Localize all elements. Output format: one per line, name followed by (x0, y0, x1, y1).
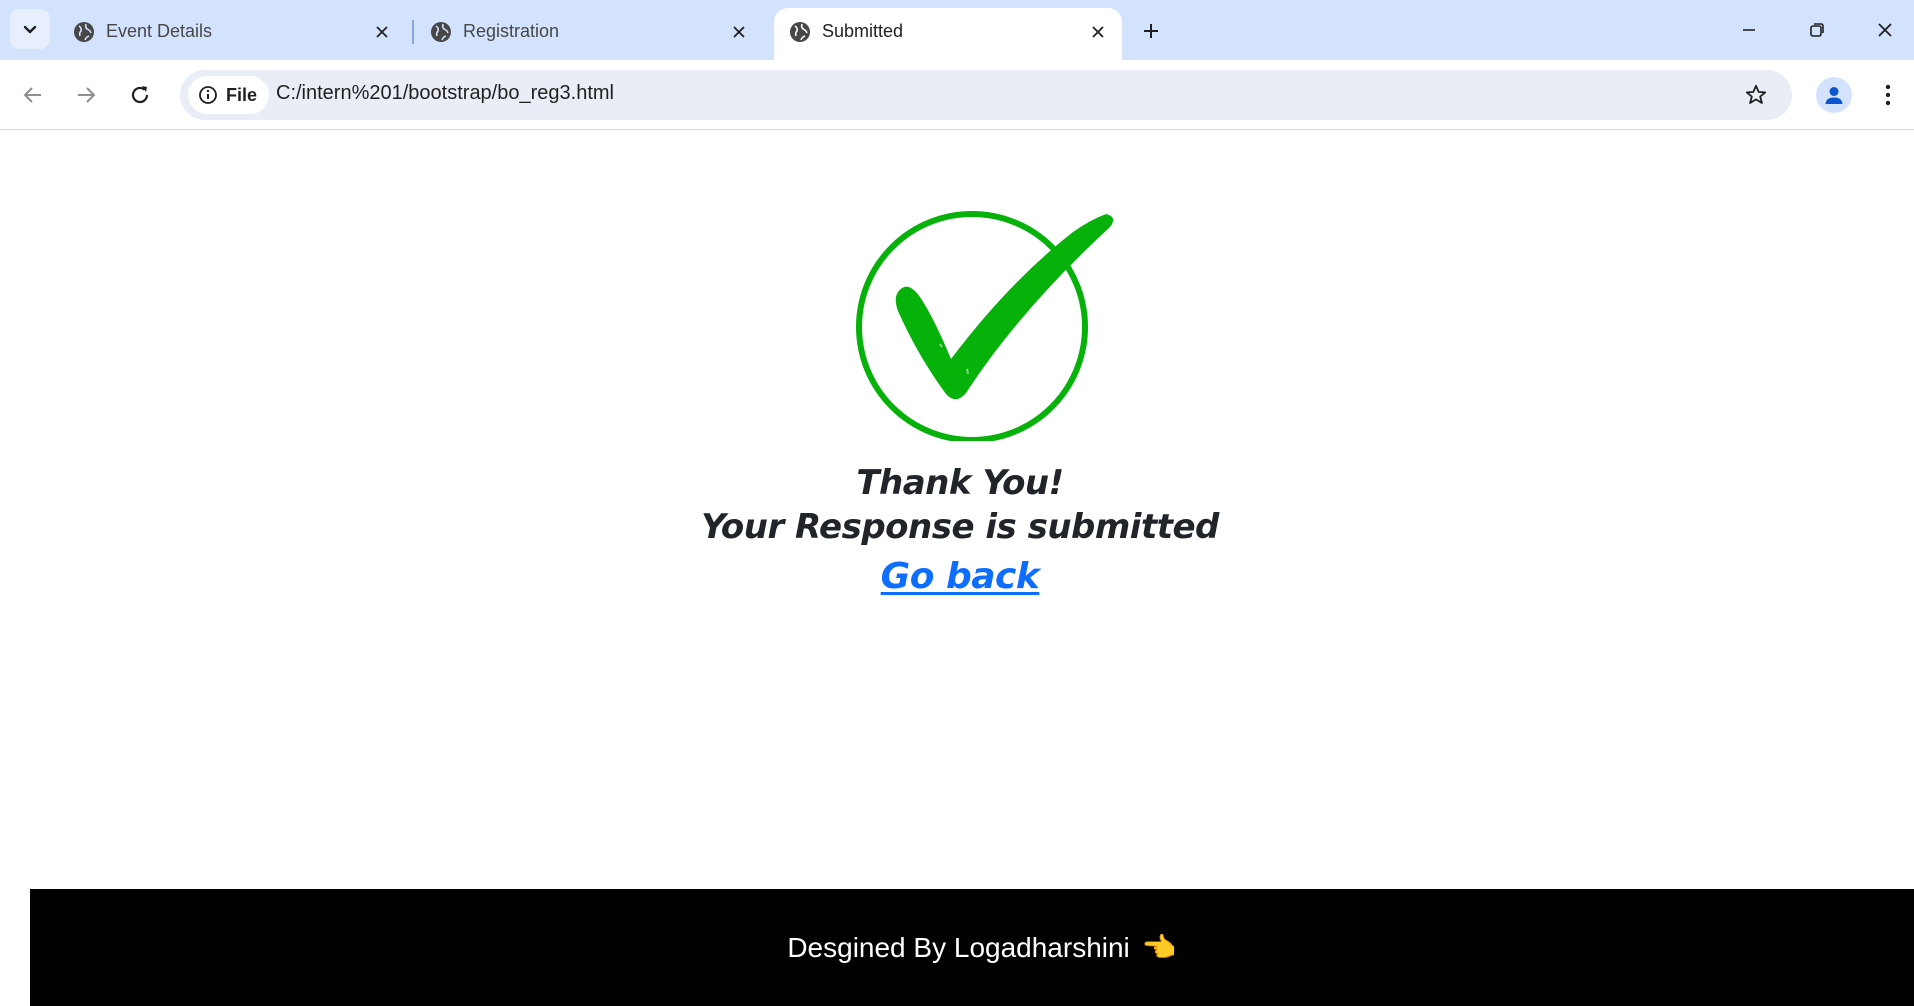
thank-you-message: Thank You! Your Response is submitted (0, 461, 1914, 549)
star-icon (1745, 84, 1767, 104)
page-content: Thank You! Your Response is submitted Go… (0, 131, 1914, 1006)
arrow-right-icon (78, 87, 96, 103)
globe-icon (74, 22, 94, 42)
tab-title: Event Details (106, 21, 213, 41)
submitted-heading: Your Response is submitted (701, 507, 1219, 547)
site-chip-label: File (226, 84, 258, 105)
globe-icon (431, 22, 451, 42)
pointing-hand-icon: 👈 (1141, 932, 1177, 963)
tab-divider (412, 20, 414, 44)
back-button[interactable] (14, 76, 52, 114)
close-icon[interactable] (1086, 20, 1110, 44)
plus-icon (1144, 24, 1158, 38)
profile-button[interactable] (1816, 77, 1852, 113)
menu-button[interactable] (1870, 77, 1906, 113)
browser-toolbar: File C:/intern%201/bootstrap/bo_reg3.htm… (0, 60, 1914, 130)
tab-event-details[interactable]: Event Details (58, 8, 406, 60)
bookmark-button[interactable] (1742, 81, 1770, 109)
tab-registration[interactable]: Registration (415, 8, 763, 60)
new-tab-button[interactable] (1134, 14, 1168, 48)
go-back-link[interactable]: Go back (881, 556, 1040, 597)
close-icon[interactable] (727, 20, 751, 44)
minimize-button[interactable] (1729, 10, 1769, 50)
site-info-chip[interactable]: File (188, 76, 270, 114)
forward-button[interactable] (67, 76, 105, 114)
footer-credit: Desgined By Logadharshini (787, 931, 1130, 963)
restore-button[interactable] (1797, 10, 1837, 50)
close-window-button[interactable] (1865, 10, 1905, 50)
reload-icon (131, 86, 149, 104)
minimize-icon (1743, 29, 1755, 31)
chevron-down-icon (23, 25, 37, 34)
footer: Desgined By Logadharshini 👈 (30, 889, 1914, 1006)
close-icon[interactable] (370, 20, 394, 44)
more-vert-icon (1885, 84, 1891, 106)
address-bar[interactable]: File C:/intern%201/bootstrap/bo_reg3.htm… (180, 70, 1792, 120)
tab-title: Registration (463, 21, 560, 41)
go-back-container: Go back (0, 556, 1914, 597)
tab-search-button[interactable] (10, 9, 50, 49)
close-icon (1878, 23, 1892, 37)
thank-you-heading: Thank You! (856, 463, 1064, 503)
url-text[interactable]: C:/intern%201/bootstrap/bo_reg3.html (276, 82, 614, 105)
arrow-left-icon (23, 87, 41, 103)
globe-icon (790, 22, 810, 42)
tab-submitted[interactable]: Submitted (774, 8, 1122, 60)
restore-icon (1810, 23, 1824, 37)
person-icon (1825, 87, 1843, 104)
reload-button[interactable] (121, 76, 159, 114)
tab-strip: Event Details Registration Submitted (0, 0, 1914, 60)
tab-title: Submitted (822, 21, 904, 41)
info-icon (198, 85, 218, 105)
check-circle-icon (856, 211, 1114, 441)
